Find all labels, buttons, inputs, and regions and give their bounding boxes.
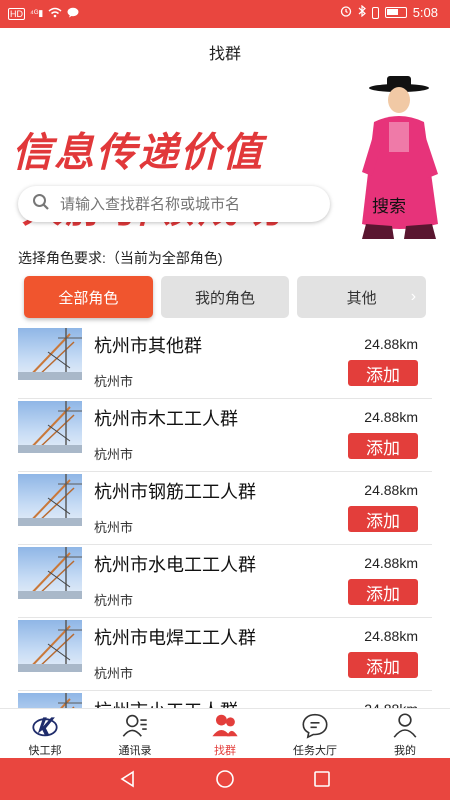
chevron-right-icon[interactable]: › (411, 288, 416, 306)
banner: 信息传递价值 人脉引领成功 搜索 (0, 72, 450, 240)
search-bar[interactable] (18, 186, 330, 222)
bottom-tab-bar: 快工邦 通讯录 找群 任务大厅 我的 (0, 708, 450, 758)
status-bar: HD ⁴ᴳ▮ 5:08 (0, 0, 450, 28)
group-name: 杭州市小工工人群 (94, 697, 238, 708)
tab-other-roles-label: 其他 (346, 289, 377, 307)
group-list-item[interactable]: 杭州市其他群 24.88km 杭州市 添加 (18, 326, 432, 399)
role-filter-tabs: 全部角色 我的角色 其他 › (24, 276, 427, 318)
group-city: 杭州市 (94, 520, 134, 535)
group-list: 杭州市其他群 24.88km 杭州市 添加 杭州市木工工人群 24.88km 杭… (0, 326, 450, 708)
group-distance: 24.88km (364, 555, 418, 571)
bluetooth-icon (358, 4, 366, 20)
tab-kuaigongbang-label: 快工邦 (28, 745, 62, 757)
tab-kuaigongbang[interactable]: 快工邦 (0, 709, 90, 758)
tab-all-roles-label: 全部角色 (58, 289, 119, 307)
add-group-button[interactable]: 添加 (348, 506, 418, 532)
group-thumbnail (18, 401, 82, 453)
person-icon (393, 713, 417, 738)
group-name: 杭州市电焊工工人群 (94, 628, 256, 648)
signal-4g-icon: ⁴ᴳ▮ (30, 8, 44, 18)
add-group-button[interactable]: 添加 (348, 360, 418, 386)
group-distance: 24.88km (364, 409, 418, 425)
tab-task-hall[interactable]: 任务大厅 (270, 709, 360, 758)
group-city: 杭州市 (94, 666, 134, 681)
add-group-button[interactable]: 添加 (348, 652, 418, 678)
tab-me-label: 我的 (394, 745, 416, 757)
kuaigongbang-logo-icon (32, 717, 58, 737)
group-distance: 24.88km (364, 701, 418, 708)
system-navigation-bar (0, 758, 450, 800)
tab-contacts[interactable]: 通讯录 (90, 709, 180, 758)
group-list-item[interactable]: 杭州市水电工工人群 24.88km 杭州市 添加 (18, 545, 432, 618)
page-header: 找群 (0, 28, 450, 72)
group-list-item[interactable]: 杭州市钢筋工工人群 24.88km 杭州市 添加 (18, 472, 432, 545)
tab-contacts-label: 通讯录 (118, 745, 152, 757)
group-city: 杭州市 (94, 447, 134, 462)
group-distance: 24.88km (364, 482, 418, 498)
group-city: 杭州市 (94, 593, 134, 608)
battery-icon (384, 7, 407, 18)
group-thumbnail (18, 547, 82, 599)
vibrate-icon (371, 6, 379, 19)
group-name: 杭州市木工工人群 (94, 409, 238, 429)
banner-slogan: 信息传递价值 (12, 130, 264, 176)
group-list-item[interactable]: 杭州市木工工人群 24.88km 杭州市 添加 (18, 399, 432, 472)
group-name: 杭州市钢筋工工人群 (94, 482, 256, 502)
page-title: 找群 (208, 46, 241, 63)
group-distance: 24.88km (364, 336, 418, 352)
search-icon (32, 193, 50, 216)
tab-task-hall-label: 任务大厅 (293, 745, 337, 757)
message-icon (67, 6, 79, 21)
group-list-item[interactable]: 杭州市小工工人群 24.88km (18, 691, 432, 708)
tab-find-group[interactable]: 找群 (180, 709, 270, 758)
chat-bubble-icon (302, 713, 328, 739)
clock-time: 5:08 (412, 5, 438, 20)
group-icon (212, 714, 238, 737)
search-input[interactable] (60, 195, 320, 213)
group-thumbnail (18, 620, 82, 672)
wifi-icon (48, 6, 62, 21)
tab-other-roles[interactable]: 其他 › (297, 276, 427, 318)
group-name: 杭州市水电工工人群 (94, 555, 256, 575)
group-thumbnail (18, 693, 82, 708)
recents-icon[interactable] (313, 770, 331, 788)
add-group-button[interactable]: 添加 (348, 579, 418, 605)
group-city: 杭州市 (94, 374, 134, 389)
tab-find-group-label: 找群 (214, 745, 236, 757)
hd-icon: HD (8, 7, 25, 20)
tab-me[interactable]: 我的 (360, 709, 450, 758)
back-icon[interactable] (119, 770, 137, 788)
group-list-item[interactable]: 杭州市电焊工工人群 24.88km 杭州市 添加 (18, 618, 432, 691)
add-group-button[interactable]: 添加 (348, 433, 418, 459)
group-thumbnail (18, 328, 82, 380)
group-distance: 24.88km (364, 628, 418, 644)
alarm-icon (340, 5, 352, 20)
group-name: 杭州市其他群 (94, 336, 202, 356)
home-icon[interactable] (215, 769, 235, 789)
search-button[interactable]: 搜索 (372, 192, 406, 217)
contacts-icon (122, 714, 147, 737)
tab-my-roles-label: 我的角色 (195, 289, 256, 307)
group-thumbnail (18, 474, 82, 526)
role-filter-label: 选择角色要求:（当前为全部角色) (18, 250, 223, 266)
tab-my-roles[interactable]: 我的角色 (160, 276, 290, 318)
tab-all-roles[interactable]: 全部角色 (24, 276, 153, 318)
